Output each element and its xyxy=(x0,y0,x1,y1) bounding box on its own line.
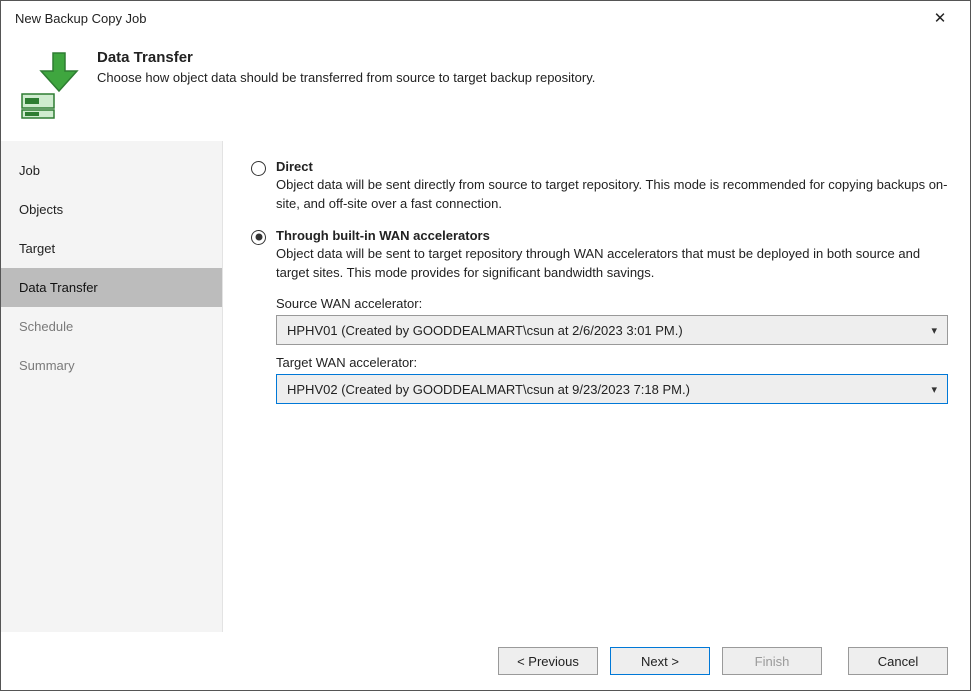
page-subtitle: Choose how object data should be transfe… xyxy=(97,70,595,85)
option-direct-title: Direct xyxy=(276,159,948,174)
close-icon: ✕ xyxy=(934,10,947,27)
label-target-wan: Target WAN accelerator: xyxy=(276,355,948,370)
cancel-button[interactable]: Cancel xyxy=(848,647,948,675)
dialog-window: New Backup Copy Job ✕ Data Transfer Choo… xyxy=(0,0,971,691)
select-source-wan[interactable]: HPHV01 (Created by GOODDEALMART\csun at … xyxy=(276,315,948,345)
window-title: New Backup Copy Job xyxy=(15,11,920,26)
select-target-wan-value: HPHV02 (Created by GOODDEALMART\csun at … xyxy=(287,382,690,397)
label-source-wan: Source WAN accelerator: xyxy=(276,296,948,311)
page-title: Data Transfer xyxy=(97,49,595,66)
wizard-steps-sidebar: Job Objects Target Data Transfer Schedul… xyxy=(1,141,223,632)
sidebar-item-schedule: Schedule xyxy=(1,307,222,346)
sidebar-item-job[interactable]: Job xyxy=(1,151,222,190)
next-button[interactable]: Next > xyxy=(610,647,710,675)
chevron-down-icon: ▾ xyxy=(931,324,937,337)
sidebar-item-objects[interactable]: Objects xyxy=(1,190,222,229)
select-target-wan[interactable]: HPHV02 (Created by GOODDEALMART\csun at … xyxy=(276,374,948,404)
wizard-footer: < Previous Next > Finish Cancel xyxy=(1,632,970,690)
chevron-down-icon: ▾ xyxy=(931,383,937,396)
wizard-body: Job Objects Target Data Transfer Schedul… xyxy=(1,141,970,632)
finish-button: Finish xyxy=(722,647,822,675)
titlebar: New Backup Copy Job ✕ xyxy=(1,1,970,35)
option-wan-desc: Object data will be sent to target repos… xyxy=(276,245,948,283)
select-source-wan-value: HPHV01 (Created by GOODDEALMART\csun at … xyxy=(287,323,683,338)
wizard-header: Data Transfer Choose how object data sho… xyxy=(1,35,970,141)
field-target-wan: Target WAN accelerator: HPHV02 (Created … xyxy=(276,355,948,404)
previous-button[interactable]: < Previous xyxy=(498,647,598,675)
close-button[interactable]: ✕ xyxy=(920,9,960,27)
option-direct-body: Direct Object data will be sent directly… xyxy=(276,159,948,214)
option-wan-body: Through built-in WAN accelerators Object… xyxy=(276,228,948,283)
option-wan[interactable]: Through built-in WAN accelerators Object… xyxy=(251,228,948,283)
radio-wan[interactable] xyxy=(251,230,266,245)
header-text: Data Transfer Choose how object data sho… xyxy=(97,49,595,85)
sidebar-item-target[interactable]: Target xyxy=(1,229,222,268)
option-direct[interactable]: Direct Object data will be sent directly… xyxy=(251,159,948,214)
sidebar-item-data-transfer[interactable]: Data Transfer xyxy=(1,268,222,307)
option-direct-desc: Object data will be sent directly from s… xyxy=(276,176,948,214)
wizard-content: Direct Object data will be sent directly… xyxy=(223,141,970,632)
sidebar-item-summary: Summary xyxy=(1,346,222,385)
field-source-wan: Source WAN accelerator: HPHV01 (Created … xyxy=(276,296,948,345)
radio-direct[interactable] xyxy=(251,161,266,176)
data-transfer-icon xyxy=(19,49,81,119)
option-wan-title: Through built-in WAN accelerators xyxy=(276,228,948,243)
